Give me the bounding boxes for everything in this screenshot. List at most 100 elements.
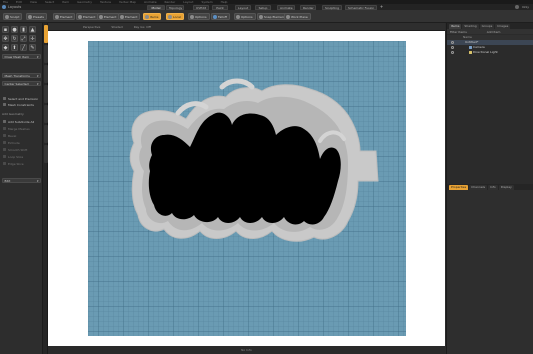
bevel-label: Bevel bbox=[8, 133, 17, 138]
visibility-eye-icon[interactable] bbox=[451, 45, 454, 49]
vtab-setup[interactable] bbox=[43, 145, 48, 163]
app-logo: Layouts bbox=[2, 5, 21, 9]
gear-icon[interactable] bbox=[515, 5, 520, 9]
tool-row-1: ▪ ● ▮ ▲ bbox=[2, 26, 36, 33]
item-mode-button[interactable]: Element bbox=[118, 13, 141, 20]
tool-sphere-icon[interactable]: ● bbox=[11, 26, 18, 33]
edge-mode-label: Element bbox=[83, 14, 96, 19]
tab-info[interactable]: Info bbox=[488, 185, 498, 190]
vtab-uv[interactable] bbox=[43, 65, 48, 83]
add-item-button[interactable]: Add Item bbox=[487, 30, 501, 34]
tree-row-scene[interactable]: Untitled* bbox=[447, 40, 533, 45]
app-window: File Edit View Select Item Geometry Text… bbox=[0, 0, 533, 354]
loop-slice-label: Loop Slice bbox=[8, 154, 24, 159]
tool-move-icon[interactable]: ✥ bbox=[2, 35, 9, 42]
subdivide-icon bbox=[3, 120, 6, 123]
tree-name-column: Name bbox=[463, 35, 472, 40]
viewport-header: Perspective Shaded Ray GL: Off bbox=[48, 23, 445, 31]
left-toolbox: ▪ ● ▮ ▲ ✥ ↻ ⤢ ✛ ◆ ⬆ ╱ ✎ Draw Mesh Item ▾ … bbox=[0, 23, 43, 354]
select-precision-label: Select and Precision bbox=[8, 96, 39, 101]
smooth-shift-icon bbox=[3, 148, 6, 151]
vtab-particles[interactable] bbox=[43, 125, 48, 143]
local-mode-button[interactable]: Local bbox=[166, 13, 184, 20]
tool-extrude-icon[interactable]: ⬆ bbox=[11, 44, 18, 51]
tool-rotate-icon[interactable]: ↻ bbox=[11, 35, 18, 42]
merge-meshes-label: Merge Meshes bbox=[8, 126, 30, 131]
center-selected-dropdown[interactable]: Center Selected ▾ bbox=[2, 81, 41, 86]
viewport-view-type[interactable]: Perspective bbox=[83, 25, 100, 29]
edit-dropdown[interactable]: Edit ▾ bbox=[2, 178, 41, 183]
properties-panel: Properties Channels Info Display bbox=[447, 184, 533, 354]
app-title: Layouts bbox=[8, 5, 22, 9]
item-icon bbox=[120, 14, 124, 19]
draw-mesh-dropdown[interactable]: Draw Mesh Item ▾ bbox=[2, 54, 41, 59]
merge-meshes-item[interactable]: Merge Meshes bbox=[2, 126, 41, 131]
tool-cube-icon[interactable]: ▪ bbox=[2, 26, 9, 33]
extrude-icon bbox=[3, 141, 6, 144]
falloff-options-button[interactable]: Options bbox=[234, 13, 256, 20]
chevron-down-icon: ▾ bbox=[36, 178, 39, 183]
tree-header-row: Name bbox=[447, 35, 533, 40]
vtab-topology[interactable] bbox=[43, 45, 48, 63]
edge-slice-label: Edge Slice bbox=[8, 161, 24, 166]
tab-display[interactable]: Display bbox=[498, 185, 514, 190]
merge-icon bbox=[3, 127, 6, 130]
mesh-constraints-label: Mesh Constraints bbox=[8, 102, 34, 107]
tool-scale-icon[interactable]: ⤢ bbox=[20, 35, 27, 42]
local-mode-label: Local bbox=[173, 14, 181, 19]
bevel-item[interactable]: Bevel bbox=[2, 133, 41, 138]
tree-camera-label: Camera bbox=[473, 45, 485, 50]
work-plane-button[interactable]: Work Plane bbox=[284, 13, 311, 20]
action-center-options-button[interactable]: Options bbox=[188, 13, 210, 20]
3d-viewport[interactable] bbox=[48, 31, 445, 346]
sculpt-button-label: Sculpt bbox=[10, 14, 20, 19]
mesh-transforms-label: Mesh Transforms bbox=[4, 73, 30, 78]
falloff-icon bbox=[213, 14, 217, 19]
tool-row-2: ✥ ↻ ⤢ ✛ bbox=[2, 35, 36, 42]
vtab-sculpt[interactable] bbox=[43, 105, 48, 123]
center-selected-label: Center Selected bbox=[4, 81, 29, 86]
viewport-canvas bbox=[88, 41, 406, 336]
mesh-constraints-item[interactable]: Mesh Constraints bbox=[2, 102, 41, 107]
constraint-icon bbox=[3, 103, 6, 106]
polygon-mode-button[interactable]: Element bbox=[97, 13, 120, 20]
extrude-item[interactable]: Extrude bbox=[2, 140, 41, 145]
snap-icon bbox=[259, 14, 263, 19]
visibility-eye-icon[interactable] bbox=[451, 40, 454, 44]
smooth-shift-item[interactable]: Smooth Shift bbox=[2, 147, 41, 152]
tool-slice-icon[interactable]: ╱ bbox=[20, 44, 27, 51]
action-center-options-label: Options bbox=[195, 14, 207, 19]
loop-slice-item[interactable]: Loop Slice bbox=[2, 154, 41, 159]
item-mode-label: Element bbox=[125, 14, 138, 19]
tool-bevel-icon[interactable]: ◆ bbox=[2, 44, 9, 51]
tree-row-camera[interactable]: Camera bbox=[447, 45, 533, 50]
subdivide-all-item[interactable]: Add Subdivide All bbox=[2, 119, 41, 124]
tree-row-light[interactable]: Directional Light bbox=[447, 50, 533, 55]
vtab-model[interactable] bbox=[43, 25, 48, 43]
tool-pen-icon[interactable]: ✎ bbox=[29, 44, 36, 51]
only-label[interactable]: Only bbox=[522, 5, 529, 9]
viewport-raygl[interactable]: Ray GL: Off bbox=[134, 25, 151, 29]
tree-scene-label: Untitled* bbox=[465, 40, 479, 45]
tab-properties[interactable]: Properties bbox=[449, 185, 469, 190]
mesh-transforms-dropdown[interactable]: Mesh Transforms ▾ bbox=[2, 73, 41, 78]
visibility-eye-icon[interactable] bbox=[451, 50, 454, 54]
tool-transform-icon[interactable]: ✛ bbox=[29, 35, 36, 42]
falloff-button[interactable]: Falloff bbox=[211, 13, 230, 20]
tool-cylinder-icon[interactable]: ▮ bbox=[20, 26, 27, 33]
tab-channels[interactable]: Channels bbox=[469, 185, 488, 190]
tool-cone-icon[interactable]: ▲ bbox=[29, 26, 36, 33]
vertex-mode-button[interactable]: Element bbox=[53, 13, 76, 20]
edge-slice-icon bbox=[3, 162, 6, 165]
viewport-shading[interactable]: Shaded bbox=[111, 25, 122, 29]
edge-slice-item[interactable]: Edge Slice bbox=[2, 161, 41, 166]
items-mode-button[interactable]: Items bbox=[143, 13, 162, 20]
presets-button[interactable]: Presets bbox=[26, 13, 47, 20]
select-precision-item[interactable]: Select and Precision bbox=[2, 96, 41, 101]
properties-tabs: Properties Channels Info Display bbox=[447, 184, 533, 190]
polygon-mode-label: Element bbox=[104, 14, 117, 19]
filter-items-field[interactable]: Filter Items bbox=[450, 30, 467, 34]
sculpt-button[interactable]: Sculpt bbox=[3, 13, 23, 20]
vtab-paint[interactable] bbox=[43, 85, 48, 103]
edge-mode-button[interactable]: Element bbox=[76, 13, 99, 20]
